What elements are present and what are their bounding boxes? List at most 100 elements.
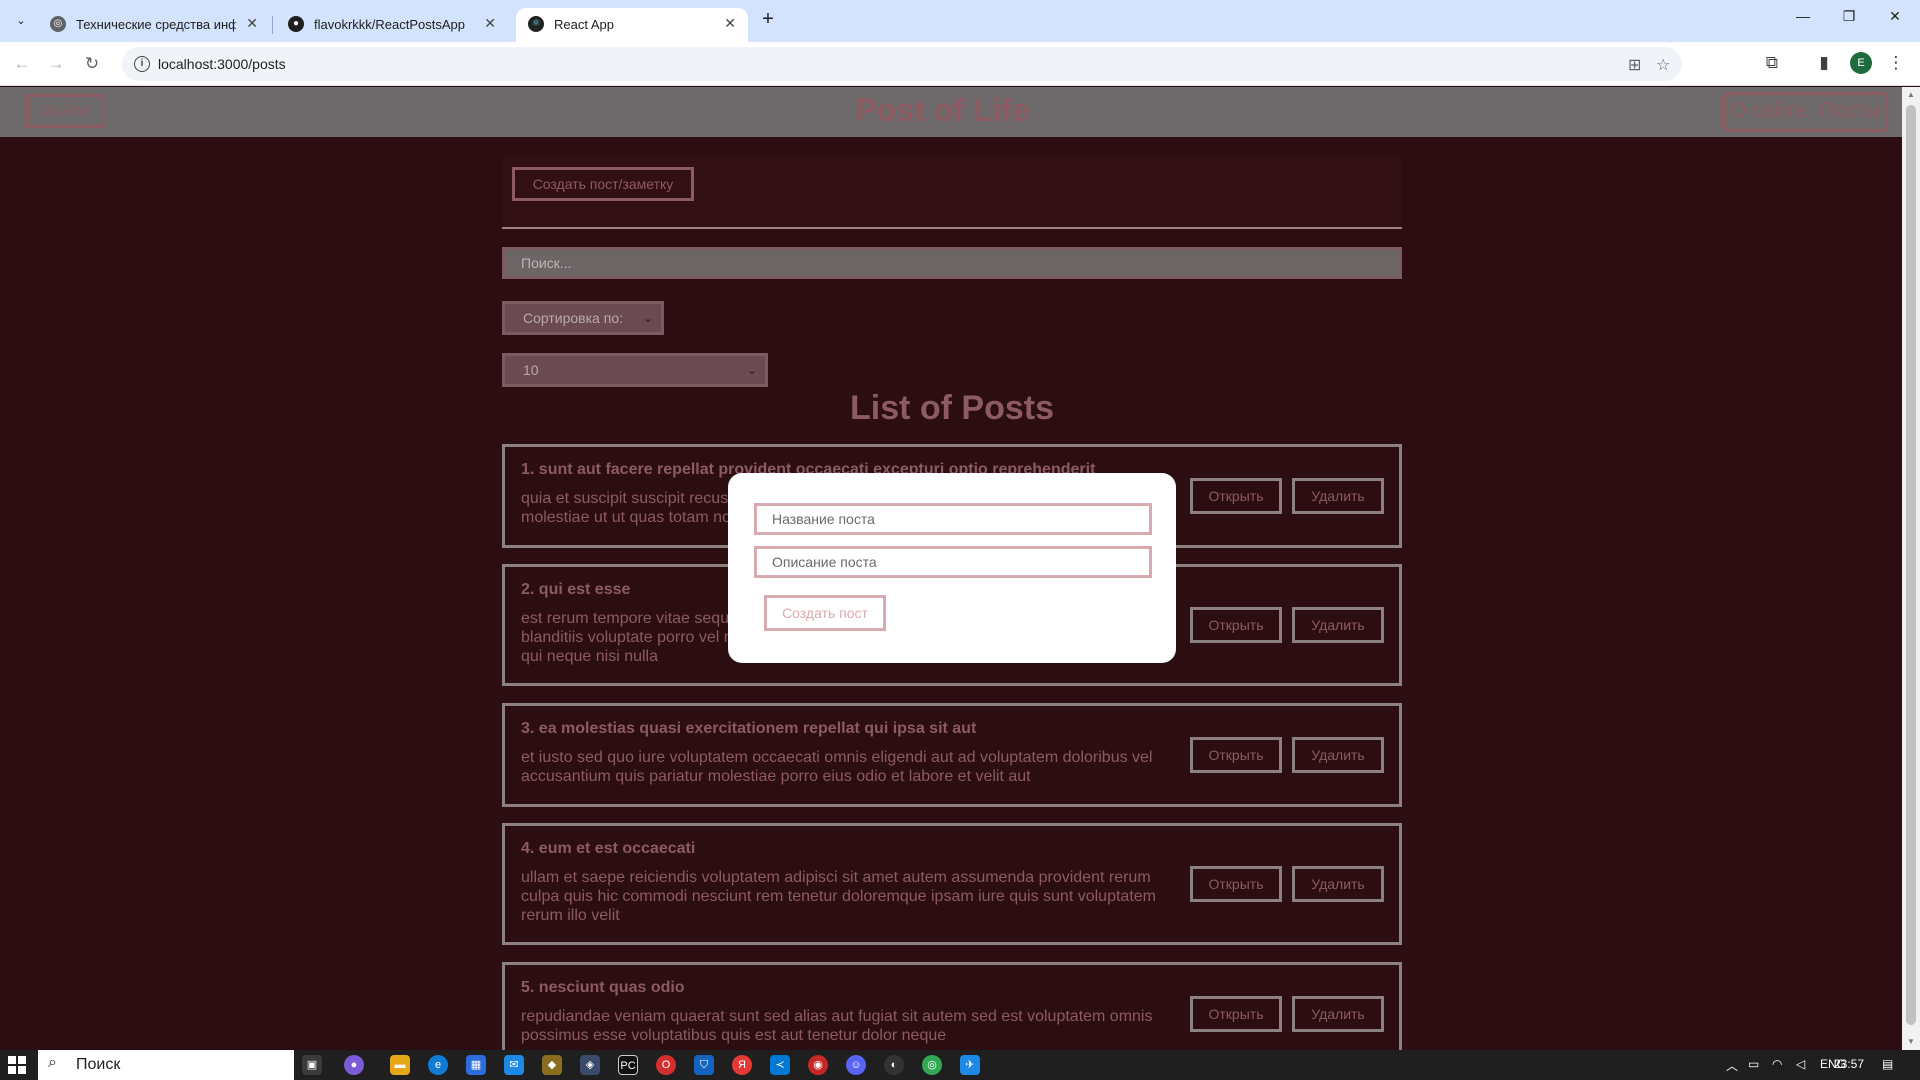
volume-icon[interactable]: ◁ <box>1796 1057 1805 1071</box>
clock-time: 23:57 <box>1834 1057 1865 1071</box>
post-body-input[interactable]: Описание поста <box>754 546 1152 578</box>
site-info-icon[interactable]: i <box>134 56 150 72</box>
scroll-thumb[interactable] <box>1906 105 1916 1025</box>
shield-icon[interactable]: ⛉ <box>694 1055 714 1075</box>
discord-icon[interactable]: ☺ <box>846 1055 866 1075</box>
page-scrollbar[interactable]: ▲ ▼ <box>1902 87 1920 1050</box>
app-navbar: Выйти Post of Life О сайте Посты <box>0 87 1902 137</box>
open-post-button[interactable]: Открыть <box>1190 866 1282 902</box>
search-input[interactable]: Поиск... <box>502 247 1402 279</box>
tab-title: flavokrkkk/ReactPostsApp <box>314 17 466 32</box>
extensions-icon[interactable]: ⧉ <box>1760 53 1784 73</box>
pycharm-icon[interactable]: PC <box>618 1055 638 1075</box>
mail-icon[interactable]: ✉ <box>504 1055 524 1075</box>
tab-github[interactable]: ● flavokrkkk/ReactPostsApp ✕ <box>276 8 508 42</box>
minimize-button[interactable]: — <box>1780 8 1826 24</box>
bookmark-star-icon[interactable]: ☆ <box>1656 55 1670 75</box>
tray-chevron-up-icon[interactable]: ︿ <box>1726 1057 1738 1074</box>
tab-react-app[interactable]: ⚛ React App ✕ <box>516 8 748 42</box>
nav-link-posts[interactable]: Посты <box>1819 99 1881 123</box>
file-explorer-icon[interactable]: ▬ <box>390 1055 410 1075</box>
limit-select[interactable]: 10 ⌄ <box>502 353 768 387</box>
tab-tech-docs[interactable]: ◎ Технические средства инфор ✕ <box>38 8 270 42</box>
taskbar-search-label: Поиск <box>76 1056 121 1073</box>
post-title-input[interactable]: Название поста <box>754 503 1152 535</box>
delete-post-button[interactable]: Удалить <box>1292 996 1384 1032</box>
globe-icon: ◎ <box>50 16 66 32</box>
brand-title: Post of Life <box>855 92 1030 128</box>
close-window-button[interactable]: ✕ <box>1872 8 1918 25</box>
open-post-button[interactable]: Открыть <box>1190 607 1282 643</box>
menu-kebab-icon[interactable]: ⋮ <box>1884 53 1908 73</box>
translate-icon[interactable]: ⊞ <box>1628 55 1641 75</box>
windows-start-icon[interactable] <box>8 1056 26 1074</box>
tab-title: React App <box>554 17 614 32</box>
list-title: List of Posts <box>849 389 1055 427</box>
side-panel-icon[interactable]: ▮ <box>1812 53 1836 73</box>
notifications-icon[interactable]: ▤ <box>1882 1057 1893 1071</box>
yandex-icon[interactable]: Я <box>732 1055 752 1075</box>
new-tab-button[interactable]: + <box>756 8 780 32</box>
github-desktop-icon[interactable]: ◐ <box>884 1055 904 1075</box>
delete-post-button[interactable]: Удалить <box>1292 478 1384 514</box>
post-title: 5. nesciunt quas odio <box>521 979 685 996</box>
close-tab-icon[interactable]: ✕ <box>484 15 496 32</box>
store-icon[interactable]: ▦ <box>466 1055 486 1075</box>
forward-arrow-icon[interactable]: → <box>44 52 68 76</box>
close-tab-icon[interactable]: ✕ <box>724 15 736 32</box>
wifi-icon[interactable]: ◠ <box>1772 1057 1782 1071</box>
edge-icon[interactable]: e <box>428 1055 448 1075</box>
tab-search-dropdown-icon[interactable]: ⌄ <box>10 10 32 32</box>
windows-taskbar: ⌕ Поиск ▣ ● ▬ e ▦ ✉ ◆ ◈ PC O ⛉ Я ≺ ◉ ☺ ◐… <box>0 1050 1920 1080</box>
nav-links-group: О сайте Посты <box>1722 92 1888 132</box>
open-post-button[interactable]: Открыть <box>1190 737 1282 773</box>
url-text[interactable]: localhost:3000/posts <box>158 56 286 72</box>
post-item: 5. nesciunt quas odio repudiandae veniam… <box>502 962 1402 1050</box>
chrome-icon[interactable]: ◎ <box>922 1055 942 1075</box>
copilot-icon[interactable]: ● <box>344 1055 364 1075</box>
chevron-down-icon: ⌄ <box>642 311 653 325</box>
battery-icon[interactable]: ▭ <box>1748 1057 1759 1071</box>
post-title: 4. eum et est occaecati <box>521 840 696 857</box>
scroll-up-arrow-icon[interactable]: ▲ <box>1902 87 1920 103</box>
sort-select-value: Сортировка по: <box>523 310 623 326</box>
app-icon[interactable]: ◆ <box>542 1055 562 1075</box>
app-icon[interactable]: ◈ <box>580 1055 600 1075</box>
delete-post-button[interactable]: Удалить <box>1292 866 1384 902</box>
open-post-button[interactable]: Открыть <box>1190 996 1282 1032</box>
create-area: Создать пост/заметку <box>502 157 1402 229</box>
nav-link-about[interactable]: О сайте <box>1730 99 1807 123</box>
delete-post-button[interactable]: Удалить <box>1292 607 1384 643</box>
post-body: et iusto sed quo iure voluptatem occaeca… <box>521 749 1153 785</box>
maximize-button[interactable]: ❐ <box>1826 8 1872 25</box>
delete-post-button[interactable]: Удалить <box>1292 737 1384 773</box>
opera-icon[interactable]: O <box>656 1055 676 1075</box>
post-body: repudiandae veniam quaerat sunt sed alia… <box>521 1008 1153 1044</box>
back-arrow-icon[interactable]: ← <box>10 52 34 76</box>
create-post-button[interactable]: Создать пост/заметку <box>512 167 694 201</box>
tab-title: Технические средства инфор <box>76 17 236 32</box>
submit-post-button[interactable]: Создать пост <box>764 595 886 631</box>
close-tab-icon[interactable]: ✕ <box>246 15 258 32</box>
scroll-down-arrow-icon[interactable]: ▼ <box>1902 1034 1920 1050</box>
open-post-button[interactable]: Открыть <box>1190 478 1282 514</box>
post-item: 3. ea molestias quasi exercitationem rep… <box>502 703 1402 807</box>
task-view-icon[interactable]: ▣ <box>302 1055 322 1075</box>
sort-select[interactable]: Сортировка по: ⌄ <box>502 301 664 335</box>
record-icon[interactable]: ◉ <box>808 1055 828 1075</box>
browser-toolbar: ← → ↻ i localhost:3000/posts ⊞ ☆ ⧉ ▮ E ⋮ <box>0 42 1920 86</box>
chevron-down-icon: ⌄ <box>746 363 757 377</box>
vscode-icon[interactable]: ≺ <box>770 1055 790 1075</box>
profile-avatar[interactable]: E <box>1850 52 1872 74</box>
address-bar[interactable]: i localhost:3000/posts ⊞ ☆ <box>122 47 1682 81</box>
post-title: 3. ea molestias quasi exercitationem rep… <box>521 720 977 737</box>
browser-tab-bar: ⌄ ◎ Технические средства инфор ✕ ● flavo… <box>0 0 1920 42</box>
react-icon: ⚛ <box>528 16 544 32</box>
post-item: 4. eum et est occaecati ullam et saepe r… <box>502 823 1402 945</box>
github-icon: ● <box>288 16 304 32</box>
app-icon[interactable]: ✈ <box>960 1055 980 1075</box>
taskbar-search[interactable]: ⌕ Поиск <box>38 1050 294 1080</box>
reload-icon[interactable]: ↻ <box>80 52 104 76</box>
post-content: 5. nesciunt quas odio repudiandae veniam… <box>521 979 1161 1045</box>
search-icon: ⌕ <box>48 1054 57 1071</box>
